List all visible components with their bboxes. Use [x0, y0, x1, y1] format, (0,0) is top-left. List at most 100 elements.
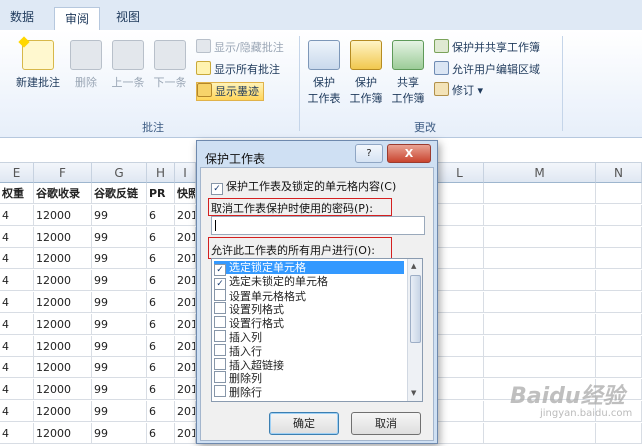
table-cell[interactable]: 4 [0, 248, 34, 270]
table-cell[interactable]: 201 [175, 379, 196, 401]
table-cell[interactable]: 12000 [34, 379, 92, 401]
table-cell[interactable]: 4 [0, 270, 34, 292]
table-cell[interactable]: 6 [147, 292, 175, 313]
table-cell[interactable] [484, 292, 596, 313]
close-button[interactable]: X [387, 144, 431, 163]
column-header-i[interactable]: I [175, 163, 196, 183]
table-cell[interactable] [436, 357, 484, 379]
table-cell[interactable]: 99 [92, 401, 147, 422]
table-cell[interactable] [596, 357, 642, 379]
protect-option-checkbox[interactable]: ✓ 保护工作表及锁定的单元格内容(C) [211, 178, 396, 195]
permission-item[interactable]: 设置行格式 [214, 316, 404, 330]
table-cell[interactable]: 4 [0, 226, 34, 248]
permission-item[interactable]: 插入超链接 [214, 357, 404, 372]
table-cell[interactable]: 201 [175, 401, 196, 422]
table-cell[interactable] [484, 226, 596, 248]
header-cell[interactable]: 快照 [175, 183, 196, 204]
table-cell[interactable]: 6 [147, 313, 175, 335]
show-all-comments-button[interactable]: 显示所有批注 [196, 61, 280, 78]
show-ink-button[interactable]: 显示墨迹 [196, 82, 264, 101]
protect-sheet-button[interactable]: 保护 工作表 [304, 40, 344, 106]
table-cell[interactable]: 99 [92, 270, 147, 292]
table-cell[interactable]: 99 [92, 313, 147, 335]
table-cell[interactable]: 201 [175, 313, 196, 335]
table-cell[interactable] [596, 204, 642, 226]
table-cell[interactable]: 4 [0, 204, 34, 226]
table-cell[interactable]: 201 [175, 270, 196, 292]
table-cell[interactable] [436, 270, 484, 292]
table-cell[interactable]: 99 [92, 357, 147, 379]
table-cell[interactable] [484, 313, 596, 335]
ok-button[interactable]: 确定 [269, 412, 339, 435]
table-cell[interactable]: 99 [92, 292, 147, 313]
checkbox-icon[interactable] [214, 330, 226, 342]
table-cell[interactable]: 4 [0, 357, 34, 379]
table-cell[interactable]: 201 [175, 248, 196, 270]
table-cell[interactable] [436, 422, 484, 444]
table-cell[interactable]: 201 [175, 335, 196, 357]
table-cell[interactable] [596, 248, 642, 270]
header-cell[interactable]: 谷歌收录 [34, 183, 92, 204]
protect-workbook-button[interactable]: 保护 工作簿 [346, 40, 386, 106]
table-cell[interactable]: 6 [147, 226, 175, 248]
table-cell[interactable] [436, 183, 484, 204]
table-cell[interactable]: 12000 [34, 422, 92, 444]
table-cell[interactable]: 12000 [34, 313, 92, 335]
table-cell[interactable] [436, 379, 484, 401]
table-cell[interactable]: 6 [147, 422, 175, 444]
table-cell[interactable] [596, 313, 642, 335]
tab-review[interactable]: 审阅 [54, 7, 101, 32]
table-cell[interactable]: 12000 [34, 226, 92, 248]
table-cell[interactable]: 99 [92, 335, 147, 357]
permission-item[interactable]: ✓ 选定锁定单元格 [214, 261, 404, 276]
table-cell[interactable] [436, 313, 484, 335]
permission-item[interactable]: 设置列格式 [214, 302, 404, 316]
table-cell[interactable]: 6 [147, 204, 175, 226]
password-input[interactable] [211, 216, 425, 235]
header-cell[interactable]: PR [147, 183, 175, 204]
table-cell[interactable] [484, 422, 596, 444]
tab-data[interactable]: 数据 [10, 6, 34, 30]
permission-item[interactable]: 插入行 [214, 343, 404, 358]
table-cell[interactable]: 6 [147, 357, 175, 379]
table-cell[interactable]: 99 [92, 226, 147, 248]
prev-comment-button[interactable]: 上一条 [108, 40, 148, 90]
table-cell[interactable] [436, 335, 484, 357]
table-cell[interactable] [484, 335, 596, 357]
permission-item[interactable]: 删除行 [214, 385, 404, 399]
table-cell[interactable]: 6 [147, 379, 175, 401]
table-cell[interactable]: 6 [147, 270, 175, 292]
tab-view[interactable]: 视图 [116, 6, 140, 30]
checkbox-icon[interactable] [214, 288, 226, 301]
column-header-e[interactable]: E [0, 163, 34, 183]
column-header-h[interactable]: H [147, 163, 175, 183]
new-comment-button[interactable]: 新建批注 [12, 36, 64, 90]
table-cell[interactable]: 201 [175, 204, 196, 226]
table-cell[interactable]: 12000 [34, 248, 92, 270]
table-cell[interactable] [596, 422, 642, 444]
checkbox-icon[interactable] [214, 302, 226, 315]
checkbox-icon[interactable] [214, 357, 226, 370]
column-header-g[interactable]: G [92, 163, 147, 183]
table-cell[interactable] [484, 204, 596, 226]
table-cell[interactable]: 6 [147, 248, 175, 270]
header-cell[interactable]: 权重 [0, 183, 34, 204]
next-comment-button[interactable]: 下一条 [150, 40, 190, 90]
table-cell[interactable]: 12000 [34, 204, 92, 226]
table-cell[interactable] [436, 401, 484, 422]
table-cell[interactable]: 6 [147, 335, 175, 357]
table-cell[interactable]: 99 [92, 379, 147, 401]
checkbox-icon[interactable] [214, 385, 226, 398]
table-cell[interactable]: 12000 [34, 270, 92, 292]
permission-item[interactable]: 设置单元格格式 [214, 288, 404, 303]
table-cell[interactable]: 4 [0, 313, 34, 335]
column-header-m[interactable]: M [484, 163, 596, 183]
table-cell[interactable]: 99 [92, 248, 147, 270]
table-cell[interactable]: 4 [0, 422, 34, 444]
header-cell[interactable]: 谷歌反链 [92, 183, 147, 204]
table-cell[interactable] [484, 183, 596, 204]
table-cell[interactable] [436, 226, 484, 248]
table-cell[interactable]: 4 [0, 379, 34, 401]
table-cell[interactable] [596, 183, 642, 204]
table-cell[interactable] [436, 204, 484, 226]
